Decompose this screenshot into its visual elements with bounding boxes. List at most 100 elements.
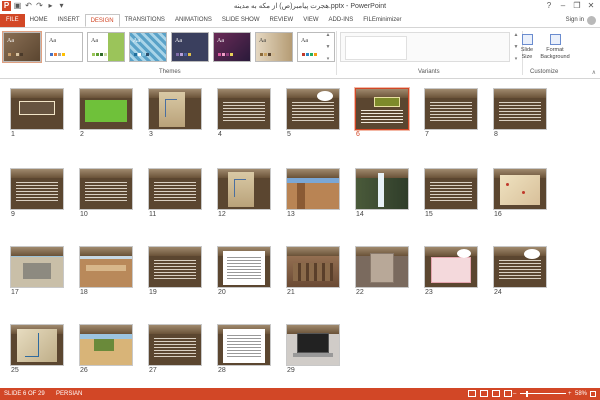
- slide-number: 4: [218, 131, 222, 138]
- theme-sample-text: Aa: [259, 38, 266, 44]
- help-icon[interactable]: ?: [542, 0, 556, 12]
- sign-in-link[interactable]: Sign in: [566, 14, 584, 27]
- theme-thumbnail[interactable]: Aa: [129, 32, 167, 62]
- tab-add-ins[interactable]: ADD-INS: [324, 14, 359, 27]
- slide-thumbnail[interactable]: 3: [149, 89, 201, 141]
- language-indicator[interactable]: PERSIAN: [56, 388, 82, 400]
- slide-thumbnail[interactable]: 16: [494, 169, 546, 221]
- slide-thumbnail[interactable]: 9: [11, 169, 63, 221]
- zoom-out-button[interactable]: –: [513, 388, 516, 400]
- tab-review[interactable]: REVIEW: [265, 14, 299, 27]
- slide-preview: [218, 325, 270, 365]
- reading-view-icon[interactable]: [492, 390, 500, 397]
- slide-thumbnail[interactable]: 24: [494, 247, 546, 299]
- close-button[interactable]: ✕: [584, 0, 598, 12]
- theme-thumbnail[interactable]: Aa: [213, 32, 251, 62]
- slide-preview: [287, 325, 339, 365]
- themes-scroll: ▲ ▼ ▾: [324, 32, 332, 62]
- slide-number: 23: [425, 289, 433, 296]
- slide-thumbnail[interactable]: 5: [287, 89, 339, 141]
- slide-number: 26: [80, 367, 88, 374]
- save-icon[interactable]: ▣: [13, 1, 22, 11]
- theme-color-swatches: [8, 53, 23, 56]
- window-controls: ? – ❐ ✕: [542, 0, 598, 12]
- slide-text-lines: [16, 182, 58, 202]
- slide-thumbnail[interactable]: 27: [149, 325, 201, 377]
- slide-thumbnail[interactable]: 8: [494, 89, 546, 141]
- slide-preview: [149, 169, 201, 209]
- themes-more-icon[interactable]: ▾: [324, 56, 332, 62]
- tab-design[interactable]: DESIGN: [84, 14, 120, 27]
- zoom-in-button[interactable]: +: [568, 388, 572, 400]
- slide-thumbnail[interactable]: 1: [11, 89, 63, 141]
- slide-size-button[interactable]: Slide Size: [515, 34, 539, 61]
- slide-preview: [80, 247, 132, 287]
- slide-thumbnail[interactable]: 14: [356, 169, 408, 221]
- slide-preview: [11, 247, 63, 287]
- slide-sorter-view-icon[interactable]: [480, 390, 488, 397]
- normal-view-icon[interactable]: [468, 390, 476, 397]
- user-avatar-icon[interactable]: [587, 16, 596, 25]
- slide-thumbnail[interactable]: 21: [287, 247, 339, 299]
- themes-scroll-down-icon[interactable]: ▼: [324, 44, 332, 50]
- variants-gallery[interactable]: [340, 32, 510, 62]
- theme-thumbnail[interactable]: Aa: [2, 31, 42, 63]
- zoom-slider-knob[interactable]: [526, 391, 528, 397]
- slide-thumbnail[interactable]: 26: [80, 325, 132, 377]
- tab-slide-show[interactable]: SLIDE SHOW: [217, 14, 265, 27]
- format-background-button[interactable]: Format Background: [540, 34, 570, 61]
- slide-thumbnail[interactable]: 12: [218, 169, 270, 221]
- tab-home[interactable]: HOME: [25, 14, 53, 27]
- slide-thumbnail[interactable]: 7: [425, 89, 477, 141]
- slide-thumbnail[interactable]: 23: [425, 247, 477, 299]
- tab-fileminimizer[interactable]: FILEminimizer: [358, 14, 406, 27]
- theme-sample-text: Aa: [7, 38, 14, 44]
- tab-transitions[interactable]: TRANSITIONS: [120, 14, 170, 27]
- slide-thumbnail[interactable]: 2: [80, 89, 132, 141]
- slide-thumbnail[interactable]: 6: [356, 89, 408, 141]
- tab-insert[interactable]: INSERT: [53, 14, 85, 27]
- slide-thumbnail[interactable]: 11: [149, 169, 201, 221]
- slide-preview: [287, 169, 339, 209]
- slide-thumbnail[interactable]: 28: [218, 325, 270, 377]
- minimize-button[interactable]: –: [556, 0, 570, 12]
- slide-number: 8: [494, 131, 498, 138]
- theme-thumbnail[interactable]: Aa: [45, 32, 83, 62]
- restore-button[interactable]: ❐: [570, 0, 584, 12]
- slide-thumbnail[interactable]: 17: [11, 247, 63, 299]
- slide-header-band: [494, 89, 546, 98]
- fit-to-window-icon[interactable]: [590, 391, 596, 397]
- slide-preview: [425, 169, 477, 209]
- slide-thumbnail[interactable]: 4: [218, 89, 270, 141]
- slide-thumbnail[interactable]: 25: [11, 325, 63, 377]
- start-slideshow-icon[interactable]: ▸: [46, 1, 55, 11]
- theme-thumbnail[interactable]: Aa: [255, 32, 293, 62]
- undo-icon[interactable]: ↶: [24, 1, 33, 11]
- tab-animations[interactable]: ANIMATIONS: [170, 14, 217, 27]
- slide-thumbnail[interactable]: 19: [149, 247, 201, 299]
- slide-thumbnail[interactable]: 13: [287, 169, 339, 221]
- tab-file[interactable]: FILE: [0, 14, 25, 27]
- slide-text-lines: [499, 102, 541, 122]
- slide-number: 18: [80, 289, 88, 296]
- zoom-level[interactable]: 58%: [575, 388, 587, 400]
- customize-qat-icon[interactable]: ▾: [57, 1, 66, 11]
- theme-sample-text: Aa: [91, 38, 98, 44]
- slide-number: 1: [11, 131, 15, 138]
- slideshow-view-icon[interactable]: [504, 390, 512, 397]
- slide-preview: [356, 247, 408, 287]
- slide-header-band: [80, 325, 132, 334]
- slide-thumbnail[interactable]: 18: [80, 247, 132, 299]
- themes-scroll-up-icon[interactable]: ▲: [324, 32, 332, 38]
- theme-thumbnail[interactable]: Aa: [171, 32, 209, 62]
- slide-thumbnail[interactable]: 10: [80, 169, 132, 221]
- theme-thumbnail[interactable]: Aa: [87, 32, 125, 62]
- slide-thumbnail[interactable]: 20: [218, 247, 270, 299]
- slide-thumbnail[interactable]: 22: [356, 247, 408, 299]
- slide-thumbnail[interactable]: 15: [425, 169, 477, 221]
- collapse-ribbon-icon[interactable]: ∧: [592, 69, 596, 76]
- redo-icon[interactable]: ↷: [35, 1, 44, 11]
- theme-color-swatches: [302, 53, 317, 56]
- slide-thumbnail[interactable]: 29: [287, 325, 339, 377]
- tab-view[interactable]: VIEW: [298, 14, 323, 27]
